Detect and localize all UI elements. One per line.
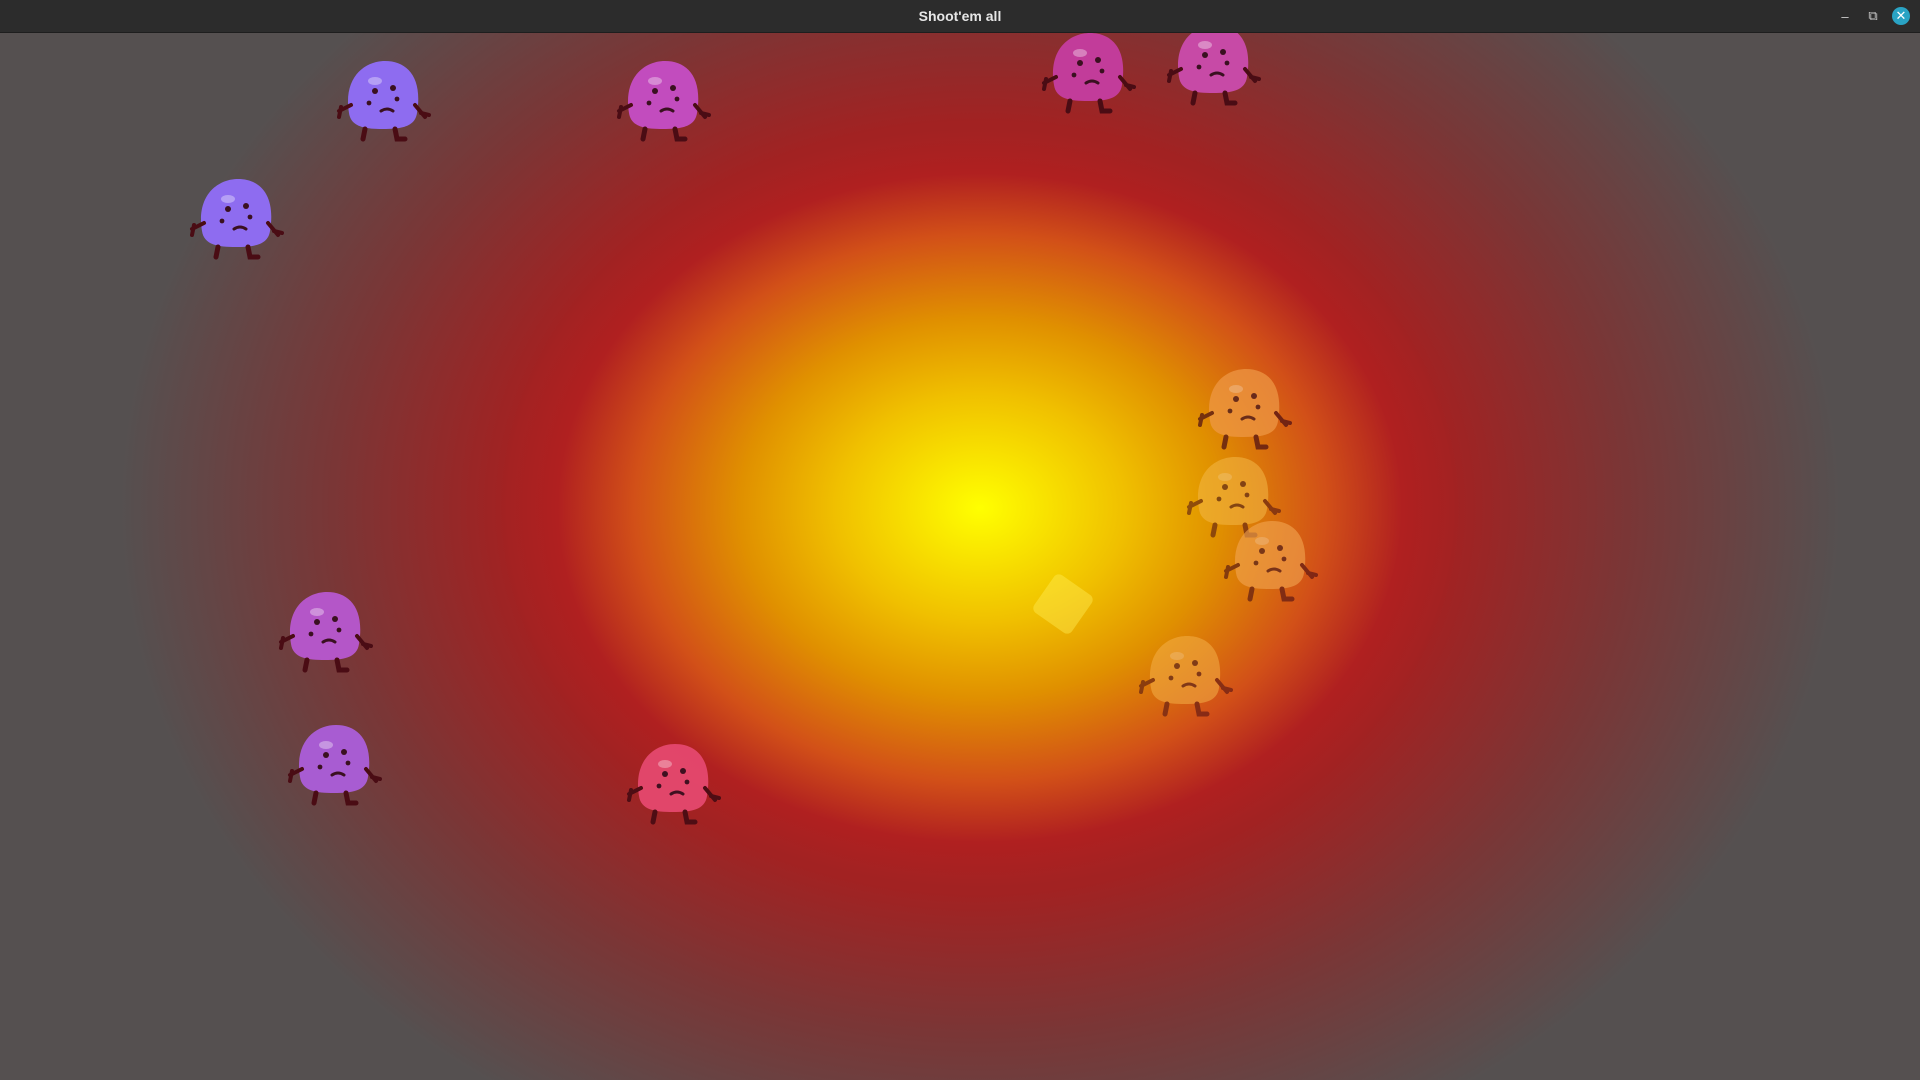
monster-pink[interactable] xyxy=(625,738,721,828)
monster-magenta[interactable] xyxy=(286,719,382,809)
window-controls: – ⧉ ✕ xyxy=(1836,0,1910,32)
explosion-glow xyxy=(0,33,1920,1080)
monster-magenta[interactable] xyxy=(1165,33,1261,109)
window-title: Shoot'em all xyxy=(918,8,1002,24)
maximize-button[interactable]: ⧉ xyxy=(1864,7,1882,25)
monster-orange[interactable] xyxy=(1196,363,1292,453)
close-button[interactable]: ✕ xyxy=(1892,7,1910,25)
monster-magenta[interactable] xyxy=(277,586,373,676)
player-sprite xyxy=(1030,571,1096,637)
monster-violet[interactable] xyxy=(188,173,284,263)
game-canvas[interactable] xyxy=(0,33,1920,1080)
window-titlebar: Shoot'em all – ⧉ ✕ xyxy=(0,0,1920,33)
monster-orange[interactable] xyxy=(1137,630,1233,720)
monster-magenta[interactable] xyxy=(615,55,711,145)
monster-violet[interactable] xyxy=(335,55,431,145)
minimize-button[interactable]: – xyxy=(1836,7,1854,25)
monster-orange[interactable] xyxy=(1222,515,1318,605)
monster-magenta[interactable] xyxy=(1040,33,1136,117)
